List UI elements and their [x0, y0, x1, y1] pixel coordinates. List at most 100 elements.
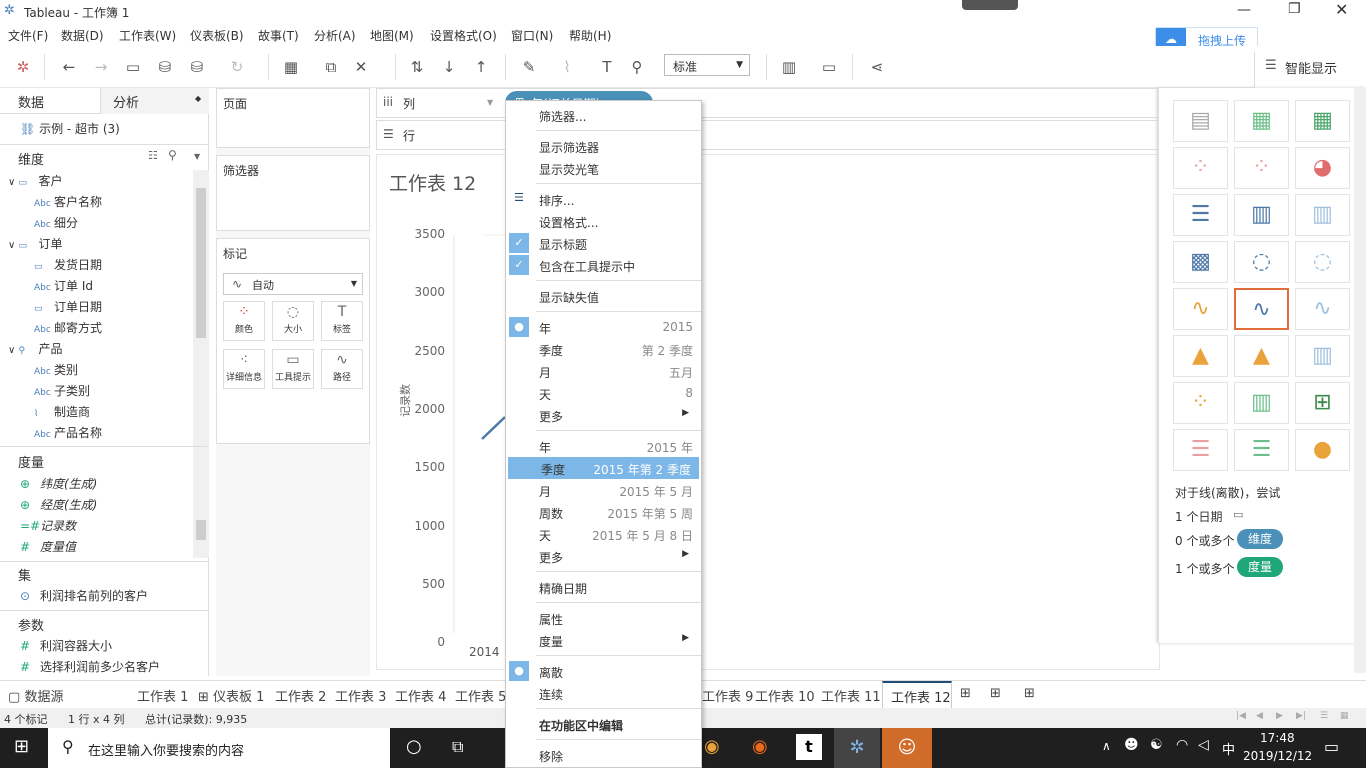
right-scrollbar[interactable] — [1354, 88, 1366, 673]
area-continuous-icon[interactable]: ▲ — [1173, 335, 1228, 377]
sheet-tab[interactable]: 工作表 9 — [702, 686, 753, 705]
param-item[interactable]: # 选择利润前多少名客户 — [20, 658, 160, 675]
new-worksheet-icon[interactable]: ⊞ — [960, 686, 971, 701]
grid-view-icon[interactable]: ▦ — [1340, 711, 1349, 721]
menu-item[interactable]: 精确日期 — [506, 576, 701, 598]
menu-item[interactable]: 季度 2015 年第 2 季度 — [508, 457, 699, 479]
continuous-line-icon[interactable]: ∿ — [1173, 288, 1228, 330]
nav-last-icon[interactable]: ▶| — [1296, 711, 1306, 721]
tooltip-button[interactable]: ▭ 工具提示 — [272, 349, 314, 389]
measure-item[interactable]: ⊕ 纬度(生成) — [20, 475, 97, 492]
menu-item[interactable]: 天 2015 年 5 月 8 日 — [506, 523, 701, 545]
menu-item[interactable]: ✓ 包含在工具提示中 — [506, 254, 701, 276]
view-list-icon[interactable]: ☷ — [148, 149, 158, 162]
pin-icon[interactable]: ⚲ — [626, 56, 648, 78]
side-by-side-bar-icon[interactable]: ▥ — [1295, 194, 1350, 236]
menu-data[interactable]: 数据(D) — [61, 27, 104, 44]
stacked-bar-icon[interactable]: ▥ — [1234, 194, 1289, 236]
circle-view-icon[interactable]: ◌ — [1234, 241, 1289, 283]
redo-icon[interactable]: → — [90, 56, 112, 78]
show-cards-icon[interactable]: ▥ — [778, 56, 800, 78]
treemap-icon[interactable]: ▩ — [1173, 241, 1228, 283]
show-me-tab[interactable]: ☰ 智能显示 — [1254, 52, 1366, 88]
scatter-plot-icon[interactable]: ⁘ — [1173, 382, 1228, 424]
datasource-item[interactable]: ⛓ 示例 - 超市 (3) — [20, 120, 120, 137]
tableau-taskbar-icon[interactable]: ✲ — [834, 728, 880, 768]
menu-analysis[interactable]: 分析(A) — [314, 27, 356, 44]
dimension-folder[interactable]: ∨ ▭ 客户 — [8, 172, 63, 189]
share-icon[interactable]: ⋖ — [866, 56, 888, 78]
mark-type-select[interactable]: ∿ 自动 ▼ — [223, 273, 363, 295]
menu-item[interactable]: 年 2015 年 — [506, 435, 701, 457]
measure-item[interactable]: ⊕ 经度(生成) — [20, 496, 97, 513]
menu-item[interactable]: 在功能区中编辑 — [506, 713, 701, 735]
menu-window[interactable]: 窗口(N) — [511, 27, 553, 44]
menu-item[interactable]: 移除 — [506, 744, 701, 766]
measures-scrollbar[interactable] — [193, 472, 209, 558]
menu-file[interactable]: 文件(F) — [8, 27, 48, 44]
tray-app-icon[interactable]: ☯ — [1150, 737, 1163, 753]
menu-item[interactable]: 设置格式... — [506, 210, 701, 232]
menu-format[interactable]: 设置格式(O) — [430, 27, 497, 44]
highlight-table-icon[interactable]: ▦ — [1295, 100, 1350, 142]
menu-item[interactable]: 度量 ▶ — [506, 629, 701, 651]
dashboard-tab[interactable]: ⊞ 仪表板 1 — [198, 686, 264, 705]
nav-prev-icon[interactable]: ◀ — [1256, 711, 1263, 721]
app-taskbar-icon[interactable]: ☺ — [882, 728, 932, 768]
menu-dashboard[interactable]: 仪表板(B) — [190, 27, 244, 44]
label-button[interactable]: T 标签 — [321, 301, 363, 341]
menu-item[interactable]: 显示荧光笔 — [506, 157, 701, 179]
menu-item[interactable]: 显示筛选器 — [506, 135, 701, 157]
menu-item[interactable]: 月 五月 — [506, 360, 701, 382]
tray-expand-icon[interactable]: ∧ — [1102, 739, 1111, 753]
tab-list-icon[interactable]: ☰ — [1320, 711, 1328, 721]
chevron-down-icon[interactable]: ∨ — [8, 345, 19, 356]
bullet-graph-icon[interactable]: ☰ — [1234, 429, 1289, 471]
restore-icon[interactable]: ❐ — [1288, 1, 1301, 17]
worksheet-view[interactable]: 工作表 12 记录数 3500 3000 2500 2000 1500 1000 500 0 … — [376, 154, 1160, 670]
save-icon[interactable]: ▭ — [122, 56, 144, 78]
chevron-down-icon[interactable]: ∨ — [8, 177, 19, 188]
task-view-icon[interactable]: ⧉ — [452, 737, 463, 757]
menu-item[interactable]: ● 离散 — [506, 660, 701, 682]
tab-analysis-box[interactable]: 分析 ◆ — [100, 88, 209, 114]
menu-item[interactable]: 连续 — [506, 682, 701, 704]
menu-item[interactable]: 显示缺失值 — [506, 285, 701, 307]
menu-item[interactable]: 更多 ▶ — [506, 545, 701, 567]
clear-sheet-icon[interactable]: ✕ — [350, 56, 372, 78]
menu-help[interactable]: 帮助(H) — [569, 27, 611, 44]
dimension-field[interactable]: Abc 细分 — [34, 214, 78, 231]
sheet-tab[interactable]: 工作表 11 — [821, 686, 881, 705]
text-table-icon[interactable]: ▤ — [1173, 100, 1228, 142]
menu-story[interactable]: 故事(T) — [258, 27, 299, 44]
sheet-tab[interactable]: 工作表 4 — [395, 686, 446, 705]
rows-shelf[interactable]: ☰ 行 — [376, 120, 1160, 150]
heat-map-icon[interactable]: ▦ — [1234, 100, 1289, 142]
dimension-folder[interactable]: ∨ ⚲ 产品 — [8, 340, 63, 357]
refresh-icon[interactable]: ↻ — [226, 56, 248, 78]
dimension-field[interactable]: ⌇ 制造商 — [34, 403, 90, 420]
dimension-field[interactable]: Abc 客户名称 — [34, 193, 102, 210]
ime-indicator[interactable]: 中 — [1222, 739, 1235, 758]
volume-icon[interactable]: ◁ — [1198, 737, 1209, 753]
dimension-field[interactable]: Abc 邮寄方式 — [34, 319, 102, 336]
menu-worksheet[interactable]: 工作表(W) — [119, 27, 176, 44]
new-datasource-icon[interactable]: ⛁ — [154, 56, 176, 78]
tab-analysis[interactable]: 分析 — [113, 92, 139, 111]
new-story-icon[interactable]: ⊞ — [1024, 686, 1035, 701]
pause-updates-icon[interactable]: ⛁ — [186, 56, 208, 78]
clock-time[interactable]: 17:48 — [1260, 731, 1295, 745]
menu-item[interactable]: 更多 ▶ — [506, 404, 701, 426]
dual-line-icon[interactable]: ∿ — [1295, 288, 1350, 330]
minimize-icon[interactable]: — — [1237, 2, 1251, 18]
horizontal-bar-icon[interactable]: ☰ — [1173, 194, 1228, 236]
duplicate-sheet-icon[interactable]: ⧉ — [320, 56, 342, 78]
labels-icon[interactable]: T — [596, 56, 618, 78]
sort-asc-icon[interactable]: ↓ — [438, 56, 460, 78]
pages-shelf[interactable]: 页面 — [216, 88, 370, 148]
dimension-field[interactable]: Abc 订单 Id — [34, 277, 93, 294]
pie-chart-icon[interactable]: ◕ — [1295, 147, 1350, 189]
filled-map-icon[interactable]: ⁘ — [1234, 147, 1289, 189]
size-button[interactable]: ◌ 大小 — [272, 301, 314, 341]
fit-select[interactable]: 标准 ▼ — [664, 54, 750, 76]
